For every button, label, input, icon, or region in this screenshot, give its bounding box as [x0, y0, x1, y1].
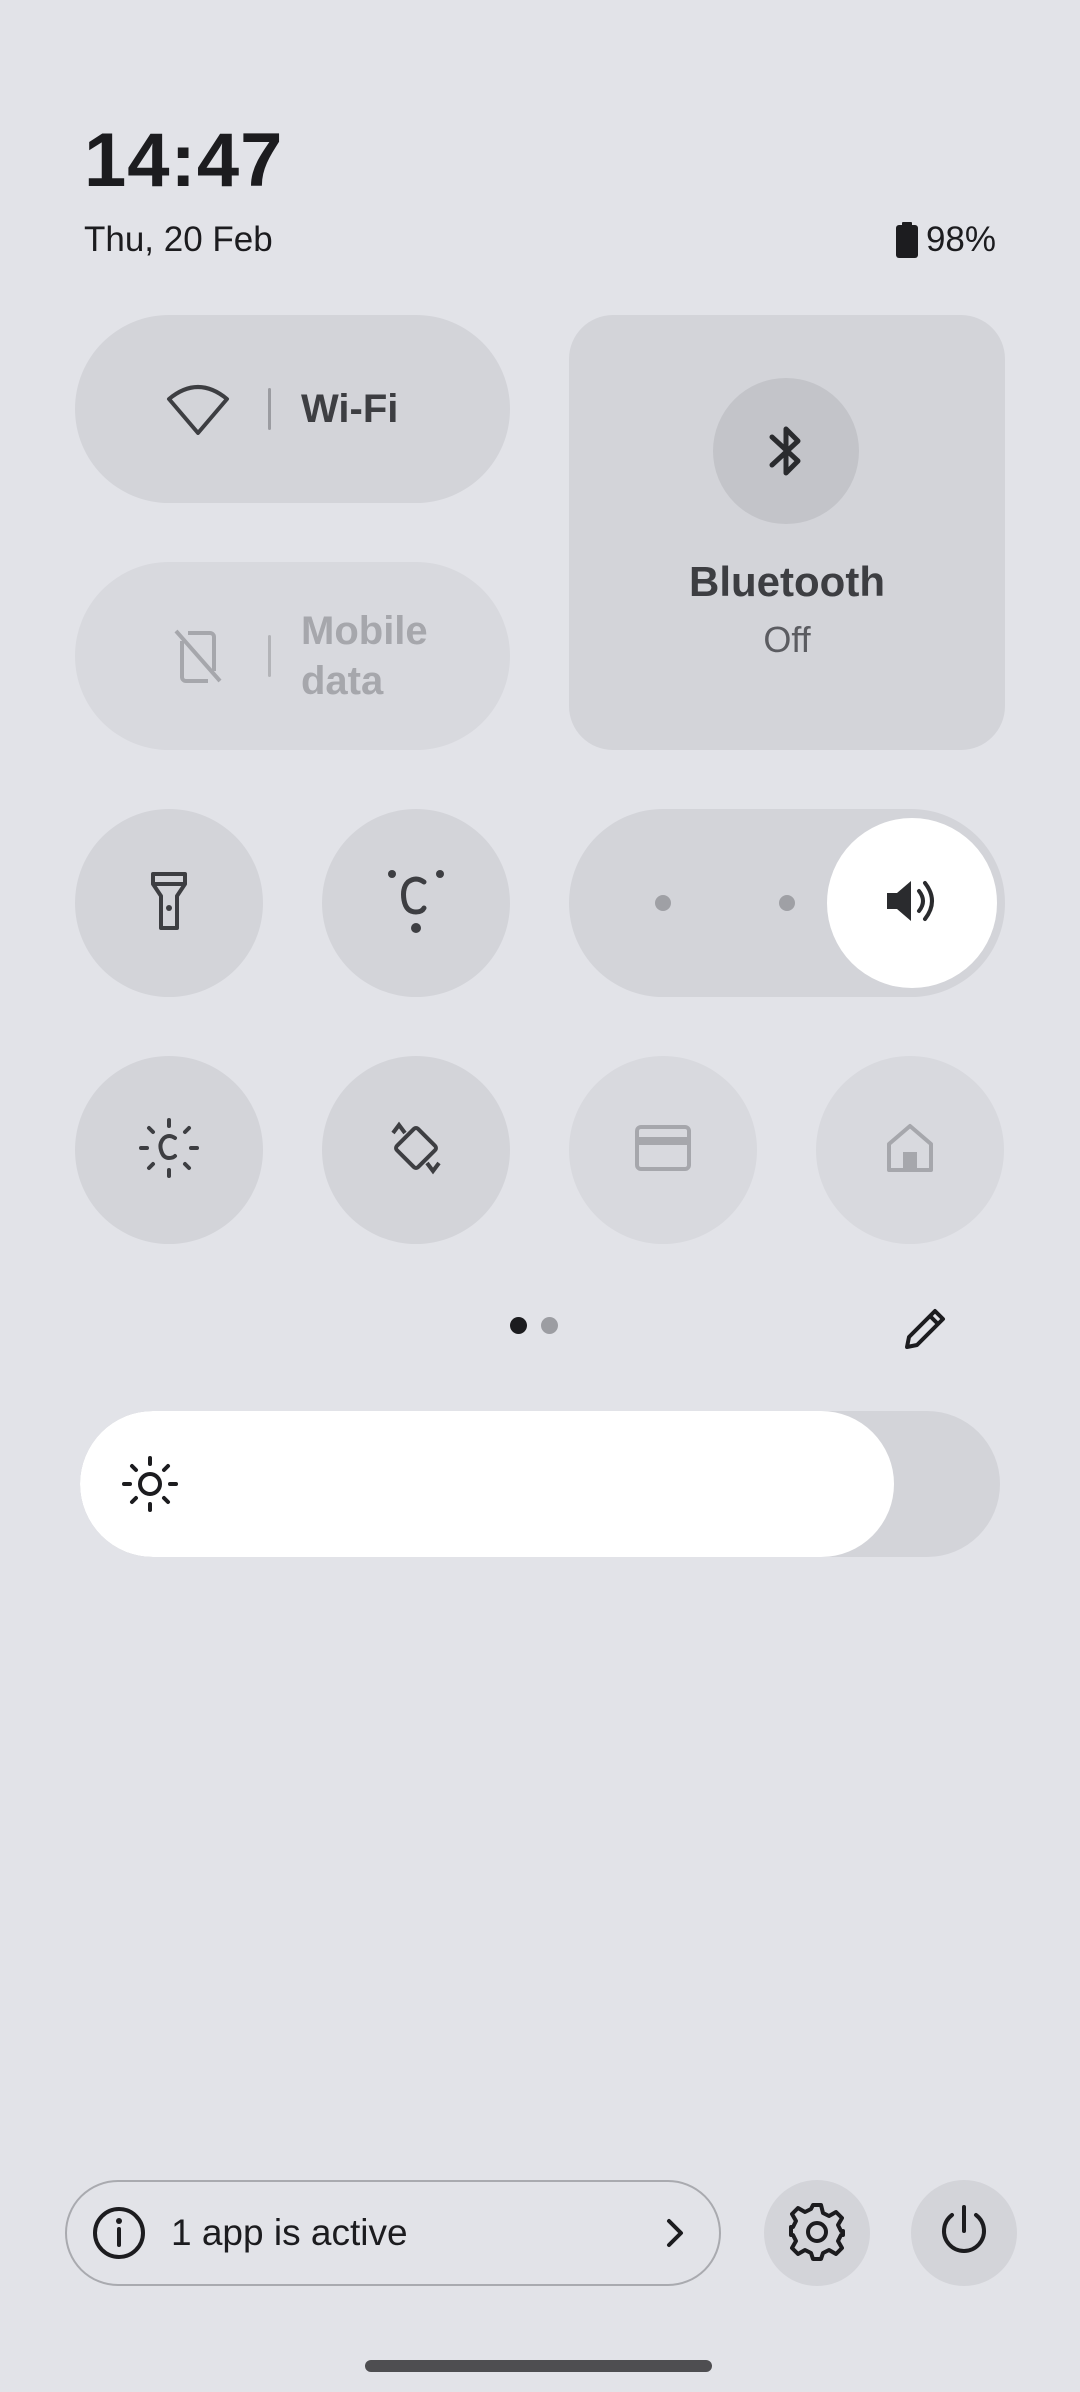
brightness-fill[interactable]: [80, 1411, 894, 1557]
volume-icon: [885, 877, 939, 930]
bluetooth-tile[interactable]: Bluetooth Off: [569, 315, 1005, 750]
rotate-icon: [387, 1119, 445, 1182]
wifi-label: Wi-Fi: [301, 386, 399, 431]
volume-knob[interactable]: [827, 818, 997, 988]
settings-button[interactable]: [764, 2180, 870, 2286]
bluetooth-status: Off: [763, 619, 811, 660]
page-dot-active: [510, 1317, 527, 1334]
flashlight-tile[interactable]: [75, 809, 263, 997]
wallet-tile[interactable]: [569, 1056, 757, 1244]
active-apps-text: 1 app is active: [171, 2212, 408, 2253]
bluetooth-icon: [713, 378, 859, 524]
extra-dim-icon: [139, 1117, 199, 1183]
gear-icon: [787, 2201, 847, 2266]
power-icon: [936, 2203, 992, 2264]
bluetooth-label: Bluetooth: [689, 558, 885, 605]
hotspot-icon: [386, 868, 446, 939]
battery-percent: 98%: [925, 220, 996, 259]
tile-divider: [268, 635, 271, 677]
no-sim-icon: [151, 629, 244, 683]
mobile-data-tile[interactable]: Mobile data: [75, 562, 510, 750]
wifi-tile[interactable]: Wi-Fi: [75, 315, 510, 503]
mobile-data-label: Mobile data: [301, 609, 428, 703]
info-icon: [91, 2205, 147, 2261]
hotspot-tile[interactable]: [322, 809, 510, 997]
edit-button[interactable]: [896, 1300, 956, 1360]
home-icon: [885, 1122, 935, 1179]
volume-step-dot: [779, 895, 795, 911]
power-button[interactable]: [911, 2180, 1017, 2286]
active-apps-button[interactable]: 1 app is active: [65, 2180, 721, 2286]
clock[interactable]: 14:47: [84, 116, 283, 206]
gesture-navigation-bar[interactable]: [365, 2360, 712, 2372]
home-tile[interactable]: [816, 1056, 1004, 1244]
wallet-icon: [635, 1124, 691, 1176]
tile-divider: [268, 388, 271, 430]
page-dot-inactive: [541, 1317, 558, 1334]
flashlight-icon: [151, 871, 187, 935]
extra-dim-tile[interactable]: [75, 1056, 263, 1244]
wifi-icon: [151, 383, 244, 435]
volume-slider[interactable]: [569, 809, 1005, 997]
battery-status[interactable]: 98%: [895, 218, 996, 262]
date[interactable]: Thu, 20 Feb: [84, 218, 273, 262]
volume-step-dot: [655, 895, 671, 911]
auto-rotate-tile[interactable]: [322, 1056, 510, 1244]
brightness-icon: [122, 1456, 178, 1517]
page-indicator: [510, 1317, 558, 1334]
brightness-slider[interactable]: [80, 1411, 1000, 1557]
pencil-icon: [903, 1305, 949, 1356]
battery-icon: [895, 222, 918, 258]
chevron-right-icon: [665, 2217, 685, 2249]
